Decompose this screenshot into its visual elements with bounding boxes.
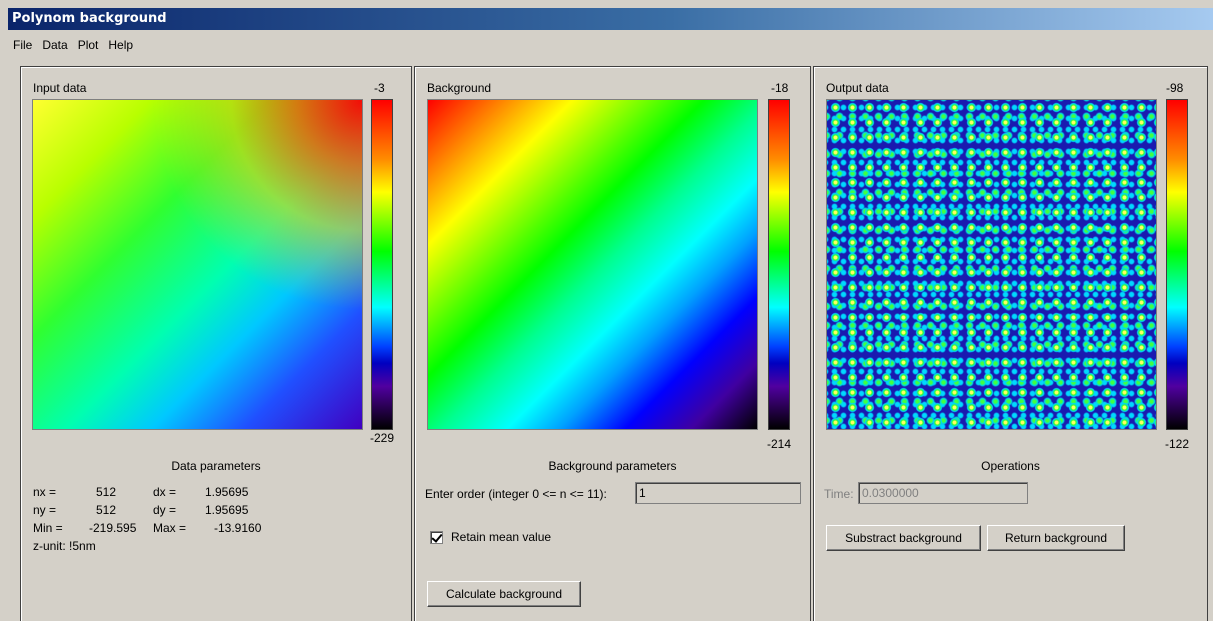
operations-title: Operations [981, 459, 1040, 473]
background-parameters-title: Background parameters [548, 459, 677, 473]
dy-label: dy = [153, 503, 177, 517]
return-background-button[interactable]: Return background [987, 525, 1125, 551]
app-window: Polynom background File Data Plot Help I… [0, 0, 1213, 621]
title-bar: Polynom background [8, 8, 1213, 30]
menu-file[interactable]: File [8, 34, 37, 56]
input-color-scale [371, 99, 393, 430]
nx-label: nx = [33, 485, 57, 499]
time-field: 0.0300000 [858, 482, 1028, 504]
menu-plot[interactable]: Plot [73, 34, 104, 56]
background-scale-min: -214 [767, 437, 792, 451]
min-label: Min = [33, 521, 63, 535]
data-parameters-title: Data parameters [171, 459, 261, 473]
time-label: Time: [824, 487, 854, 501]
background-title: Background [427, 81, 492, 95]
input-scale-min: -229 [370, 431, 395, 445]
dx-label: dx = [153, 485, 177, 499]
min-value: -219.595 [89, 521, 137, 535]
nx-value: 512 [96, 485, 117, 499]
input-data-panel: Input data -3 -229 Data parameters nx = … [20, 66, 412, 621]
output-data-plot[interactable] [826, 99, 1157, 430]
background-scale-max: -18 [771, 81, 789, 95]
subtract-background-button[interactable]: Substract background [826, 525, 981, 551]
menu-data[interactable]: Data [37, 34, 72, 56]
background-plot[interactable] [427, 99, 758, 430]
output-scale-max: -98 [1166, 81, 1184, 95]
output-data-panel: Output data -98 -122 Operations Time: 0.… [813, 66, 1208, 621]
z-unit-label: z-unit: !5nm [33, 539, 96, 553]
retain-mean-label: Retain mean value [451, 530, 552, 544]
input-scale-max: -3 [374, 81, 385, 95]
dx-value: 1.95695 [205, 485, 249, 499]
menu-help[interactable]: Help [103, 34, 138, 56]
background-color-scale [768, 99, 790, 430]
ny-label: ny = [33, 503, 57, 517]
output-color-scale [1166, 99, 1188, 430]
calculate-background-button[interactable]: Calculate background [427, 581, 581, 607]
background-panel: Background -18 -214 Background parameter… [414, 66, 811, 621]
order-input[interactable]: 1 [635, 482, 801, 504]
retain-mean-checkbox[interactable] [430, 531, 443, 544]
input-data-title: Input data [33, 81, 87, 95]
output-data-title: Output data [826, 81, 889, 95]
max-label: Max = [153, 521, 187, 535]
ny-value: 512 [96, 503, 117, 517]
output-scale-min: -122 [1165, 437, 1190, 451]
menu-bar: File Data Plot Help [8, 34, 138, 56]
input-data-plot[interactable] [32, 99, 363, 430]
max-value: -13.9160 [214, 521, 262, 535]
dy-value: 1.95695 [205, 503, 249, 517]
order-label: Enter order (integer 0 <= n <= 11): [425, 487, 607, 501]
